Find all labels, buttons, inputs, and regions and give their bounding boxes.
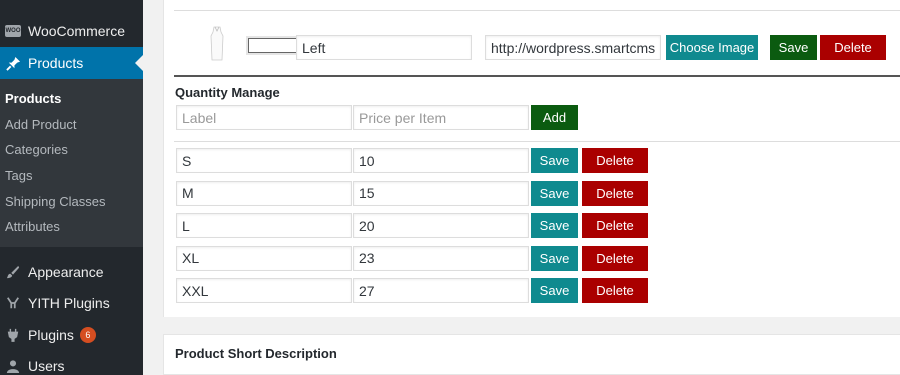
submenu-products[interactable]: Products bbox=[5, 91, 61, 106]
pushpin-icon bbox=[5, 55, 21, 71]
divider-rows bbox=[174, 141, 900, 142]
row-save-button[interactable]: Save bbox=[531, 278, 578, 303]
size-label-field[interactable]: M bbox=[176, 180, 352, 206]
menu-plugins-label: Plugins bbox=[28, 327, 74, 343]
submenu-shipping-classes[interactable]: Shipping Classes bbox=[5, 194, 105, 209]
size-price-field[interactable]: 15 bbox=[353, 180, 529, 206]
shirt-thumbnail-icon bbox=[210, 26, 224, 61]
quantity-manage-title: Quantity Manage bbox=[175, 85, 280, 100]
row-delete-button[interactable]: Delete bbox=[582, 180, 648, 206]
menu-appearance-label: Appearance bbox=[28, 264, 104, 280]
menu-products[interactable]: Products bbox=[0, 47, 143, 79]
short-description-panel: Product Short Description bbox=[163, 334, 900, 375]
size-label-field[interactable]: XL bbox=[176, 245, 352, 271]
menu-woocommerce-label: WooCommerce bbox=[28, 23, 125, 39]
size-price-field[interactable]: 27 bbox=[353, 278, 529, 303]
plugins-update-badge: 6 bbox=[79, 327, 96, 343]
woocommerce-icon: WOO bbox=[5, 23, 21, 39]
menu-yith-plugins[interactable]: YITH Plugins bbox=[0, 287, 143, 319]
menu-users-label: Users bbox=[28, 358, 65, 374]
menu-users[interactable]: Users bbox=[0, 350, 143, 375]
size-price-field[interactable]: 23 bbox=[353, 245, 529, 271]
row-delete-button[interactable]: Delete bbox=[582, 213, 648, 238]
divider-top bbox=[174, 10, 900, 11]
image-name-field[interactable]: Left bbox=[296, 35, 472, 60]
new-price-input[interactable]: Price per Item bbox=[353, 105, 529, 130]
image-delete-button[interactable]: Delete bbox=[820, 35, 886, 60]
short-description-title: Product Short Description bbox=[175, 346, 337, 361]
products-submenu: Products Add Product Categories Tags Shi… bbox=[0, 79, 143, 247]
row-save-button[interactable]: Save bbox=[531, 180, 578, 206]
row-delete-button[interactable]: Delete bbox=[582, 245, 648, 271]
plug-icon bbox=[5, 327, 21, 343]
submenu-categories[interactable]: Categories bbox=[5, 142, 68, 157]
size-label-field[interactable]: L bbox=[176, 213, 352, 238]
menu-yith-label: YITH Plugins bbox=[28, 295, 110, 311]
yith-icon bbox=[5, 295, 21, 311]
menu-products-label: Products bbox=[28, 55, 84, 71]
size-price-field[interactable]: 20 bbox=[353, 213, 529, 238]
submenu-attributes[interactable]: Attributes bbox=[5, 219, 60, 234]
menu-plugins[interactable]: Plugins 6 bbox=[0, 319, 143, 351]
add-quantity-button[interactable]: Add bbox=[531, 105, 578, 130]
row-delete-button[interactable]: Delete bbox=[582, 278, 648, 303]
main-content: Left http://wordpress.smartcms Choose Im… bbox=[143, 0, 900, 375]
submenu-add-product[interactable]: Add Product bbox=[5, 117, 77, 132]
image-url-field[interactable]: http://wordpress.smartcms bbox=[485, 35, 661, 60]
submenu-tags[interactable]: Tags bbox=[5, 168, 32, 183]
choose-image-button[interactable]: Choose Image bbox=[666, 35, 758, 60]
paintbrush-icon bbox=[5, 264, 21, 280]
new-label-input[interactable]: Label bbox=[176, 105, 352, 130]
admin-sidebar: WOO WooCommerce Products Products Add Pr… bbox=[0, 0, 143, 375]
color-swatch[interactable] bbox=[248, 38, 298, 53]
divider-section bbox=[174, 75, 900, 77]
user-icon bbox=[5, 358, 21, 374]
size-label-field[interactable]: XXL bbox=[176, 278, 352, 303]
row-delete-button[interactable]: Delete bbox=[582, 148, 648, 173]
row-save-button[interactable]: Save bbox=[531, 148, 578, 173]
product-data-panel: Left http://wordpress.smartcms Choose Im… bbox=[163, 0, 900, 317]
menu-woocommerce[interactable]: WOO WooCommerce bbox=[0, 15, 143, 47]
image-save-button[interactable]: Save bbox=[770, 35, 817, 60]
menu-appearance[interactable]: Appearance bbox=[0, 256, 143, 288]
row-save-button[interactable]: Save bbox=[531, 245, 578, 271]
row-save-button[interactable]: Save bbox=[531, 213, 578, 238]
size-label-field[interactable]: S bbox=[176, 148, 352, 173]
size-price-field[interactable]: 10 bbox=[353, 148, 529, 173]
